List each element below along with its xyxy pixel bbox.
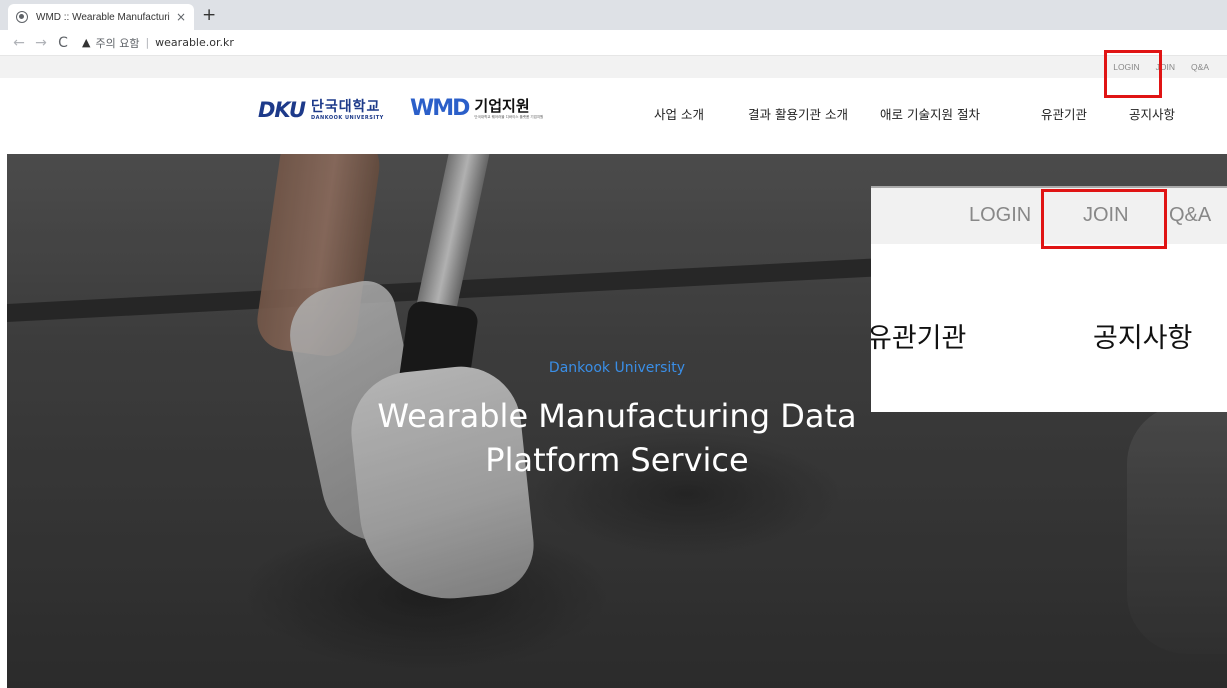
address-bar: ← → C ▲ 주의 요함 | wearable.or.kr [0, 30, 1227, 56]
wmd-logo[interactable]: WMD 기업지원 단국대학교 웨어러블 디바이스 플랫폼 기업지원 [410, 96, 543, 121]
join-highlight-box [1104, 50, 1162, 98]
close-icon[interactable]: × [176, 10, 186, 24]
dku-mark-logo: DKU [258, 98, 306, 122]
warning-icon: ▲ [82, 36, 91, 49]
utility-bar [0, 56, 1227, 78]
back-button[interactable]: ← [8, 35, 30, 51]
dku-name-en: DANKOOK UNIVERSITY [311, 114, 384, 121]
security-status[interactable]: 주의 요함 [95, 35, 139, 51]
reload-button[interactable]: C [52, 35, 74, 51]
globe-icon [16, 11, 28, 23]
browser-tab-bar: WMD :: Wearable Manufacturin × + [0, 0, 1227, 30]
forward-button[interactable]: → [30, 35, 52, 51]
qna-link[interactable]: Q&A [1191, 62, 1209, 72]
zoom-nav-notice[interactable]: 공지사항 [1093, 316, 1192, 355]
browser-tab[interactable]: WMD :: Wearable Manufacturin × [8, 4, 194, 30]
site-header: LOGIN JOIN Q&A DKU 단국대학교 DANKOOK UNIVERS… [0, 56, 1227, 154]
wmd-name-ko: 기업지원 [474, 96, 530, 115]
hero-title-line2: Platform Service [485, 441, 749, 479]
wmd-subtitle: 단국대학교 웨어러블 디바이스 플랫폼 기업지원 [474, 114, 544, 119]
url-separator: | [145, 36, 150, 49]
nav-item-related-orgs[interactable]: 유관기관 [1041, 104, 1087, 123]
zoom-join-highlight-box [1041, 189, 1167, 249]
dankook-logo[interactable]: DKU 단국대학교 DANKOOK UNIVERSITY [258, 98, 384, 122]
zoom-nav-related-orgs[interactable]: 유관기관 [871, 316, 966, 355]
new-tab-button[interactable]: + [202, 5, 216, 25]
dku-name-ko: 단국대학교 [311, 98, 381, 115]
url-field[interactable]: ▲ 주의 요함 | wearable.or.kr [82, 35, 234, 51]
nav-item-about[interactable]: 사업 소개 [654, 104, 704, 123]
zoom-login-link[interactable]: LOGIN [969, 204, 1031, 227]
url-text[interactable]: wearable.or.kr [155, 36, 234, 49]
tab-title: WMD :: Wearable Manufacturin [36, 11, 170, 23]
zoom-qna-link[interactable]: Q&A [1169, 204, 1211, 227]
wmd-mark-logo: WMD [410, 96, 470, 121]
nav-item-notice[interactable]: 공지사항 [1129, 104, 1175, 123]
nav-item-partner-intro[interactable]: 결과 활용기관 소개 [748, 104, 848, 123]
nav-item-support-process[interactable]: 애로 기술지원 절차 [880, 104, 980, 123]
